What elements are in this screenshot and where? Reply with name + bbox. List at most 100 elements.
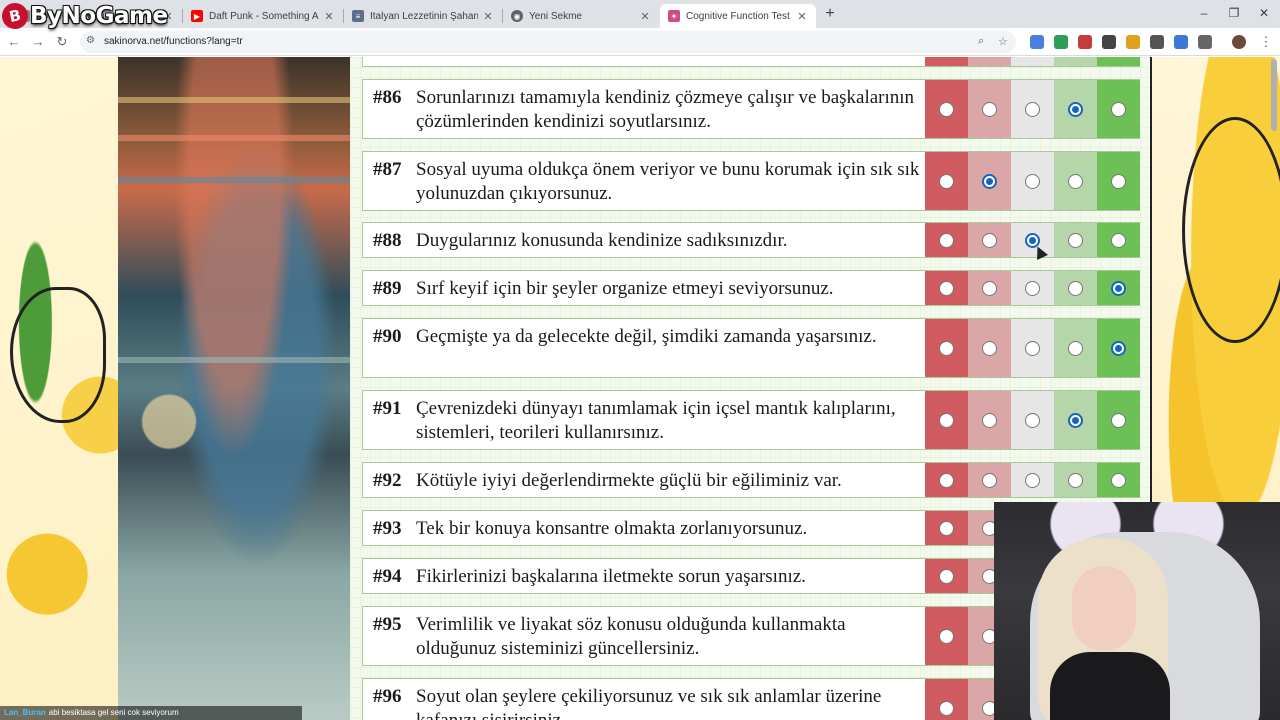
coin-extension-icon[interactable]	[1126, 35, 1140, 49]
option-4[interactable]	[1054, 271, 1097, 305]
option-4[interactable]	[1054, 223, 1097, 257]
radio-button[interactable]	[982, 340, 997, 356]
option-3[interactable]	[1011, 271, 1054, 305]
radio-button[interactable]	[1068, 472, 1083, 488]
radio-button[interactable]	[982, 472, 997, 488]
option-2[interactable]	[968, 152, 1011, 210]
shield-extension-icon[interactable]	[1054, 35, 1068, 49]
avatar[interactable]	[1232, 35, 1246, 49]
page-scrollbar[interactable]	[1271, 59, 1277, 131]
option-5[interactable]	[1097, 271, 1140, 305]
url-text[interactable]: sakinorva.net/functions?lang=tr	[104, 36, 243, 47]
option-2[interactable]	[968, 223, 1011, 257]
bookmark-star-icon[interactable]: ☆	[998, 35, 1008, 48]
zoom-icon[interactable]: ⌕	[978, 35, 984, 48]
radio-button[interactable]	[982, 101, 997, 117]
profile-extension-icon[interactable]	[1174, 35, 1188, 49]
option-1[interactable]	[925, 223, 968, 257]
option-2[interactable]	[968, 391, 1011, 449]
option-4[interactable]	[1054, 319, 1097, 377]
radio-button[interactable]	[1111, 173, 1126, 189]
radio-button[interactable]	[939, 340, 954, 356]
option-2[interactable]	[968, 463, 1011, 497]
radio-button[interactable]	[1111, 232, 1126, 248]
new-tab-button[interactable]: +	[822, 6, 838, 22]
radio-button[interactable]	[939, 700, 954, 716]
option-5[interactable]	[1097, 391, 1140, 449]
option-1[interactable]	[925, 80, 968, 138]
close-tab-icon[interactable]: ✕	[639, 10, 651, 23]
option-3[interactable]	[1011, 152, 1054, 210]
option-3[interactable]	[1011, 391, 1054, 449]
option-2[interactable]	[968, 271, 1011, 305]
radio-button[interactable]	[1025, 173, 1040, 189]
radio-button[interactable]	[1068, 280, 1083, 296]
radio-button[interactable]	[982, 412, 997, 428]
radio-button[interactable]	[939, 568, 954, 584]
option-5[interactable]	[1097, 152, 1140, 210]
radio-button[interactable]	[939, 101, 954, 117]
close-window-button[interactable]: ✕	[1256, 6, 1272, 20]
option-5[interactable]	[1097, 80, 1140, 138]
option-4[interactable]	[1054, 463, 1097, 497]
option-1[interactable]	[925, 152, 968, 210]
option-4[interactable]	[1054, 152, 1097, 210]
option-3[interactable]	[1011, 80, 1054, 138]
radio-selected[interactable]	[1111, 280, 1126, 296]
option-1[interactable]	[925, 607, 968, 665]
radio-button[interactable]	[939, 173, 954, 189]
option-1[interactable]	[925, 319, 968, 377]
radio-button[interactable]	[1111, 101, 1126, 117]
radio-button[interactable]	[939, 232, 954, 248]
option-5[interactable]	[1097, 319, 1140, 377]
restore-button[interactable]: ❐	[1226, 6, 1242, 20]
crop-extension-icon[interactable]	[1150, 35, 1164, 49]
translate-extension-icon[interactable]	[1030, 35, 1044, 49]
minimize-button[interactable]: –	[1196, 6, 1212, 20]
radio-button[interactable]	[1068, 173, 1083, 189]
dark-extension-icon[interactable]	[1102, 35, 1116, 49]
close-tab-icon[interactable]: ✕	[796, 10, 808, 23]
tab-3[interactable]: ≡ İtalyan Lezzetinin Şahanesi Tira... ✕	[344, 4, 502, 28]
puzzle-extensions-icon[interactable]	[1198, 35, 1212, 49]
option-1[interactable]	[925, 271, 968, 305]
radio-button[interactable]	[1111, 472, 1126, 488]
radio-button[interactable]	[982, 232, 997, 248]
red-extension-icon[interactable]	[1078, 35, 1092, 49]
radio-button[interactable]	[1025, 412, 1040, 428]
reload-icon[interactable]: ↻	[54, 34, 70, 50]
option-2[interactable]	[968, 319, 1011, 377]
radio-button[interactable]	[1111, 412, 1126, 428]
radio-button[interactable]	[939, 472, 954, 488]
option-5[interactable]	[1097, 463, 1140, 497]
close-tab-icon[interactable]: ✕	[323, 10, 335, 23]
radio-button[interactable]	[1025, 340, 1040, 356]
radio-selected[interactable]	[982, 173, 997, 189]
radio-selected[interactable]	[1068, 412, 1083, 428]
option-1[interactable]	[925, 559, 968, 593]
site-info-icon[interactable]: ⚙	[86, 35, 95, 46]
radio-button[interactable]	[939, 520, 954, 536]
option-1[interactable]	[925, 391, 968, 449]
radio-button[interactable]	[939, 412, 954, 428]
option-4[interactable]	[1054, 391, 1097, 449]
menu-kebab-icon[interactable]: ⋮	[1258, 34, 1274, 50]
option-1[interactable]	[925, 511, 968, 545]
back-arrow-icon[interactable]: ←	[6, 34, 22, 50]
radio-selected[interactable]	[1111, 340, 1126, 356]
radio-button[interactable]	[1025, 472, 1040, 488]
omnibox[interactable]: ⚙ sakinorva.net/functions?lang=tr ⌕ ☆	[80, 31, 1016, 53]
radio-button[interactable]	[982, 280, 997, 296]
radio-button[interactable]	[939, 628, 954, 644]
option-3[interactable]	[1011, 319, 1054, 377]
option-3[interactable]	[1011, 463, 1054, 497]
option-1[interactable]	[925, 463, 968, 497]
tab-4[interactable]: ◉ Yeni Sekme ✕	[503, 4, 659, 28]
radio-button[interactable]	[1025, 101, 1040, 117]
radio-button[interactable]	[1025, 280, 1040, 296]
option-4[interactable]	[1054, 80, 1097, 138]
close-tab-icon[interactable]: ✕	[482, 10, 494, 23]
option-1[interactable]	[925, 679, 968, 720]
tab-2[interactable]: ▶ Daft Punk - Something About U ✕	[183, 4, 343, 28]
tab-5-active[interactable]: ✦ Cognitive Function Test (Grant/... ✕	[660, 4, 816, 28]
